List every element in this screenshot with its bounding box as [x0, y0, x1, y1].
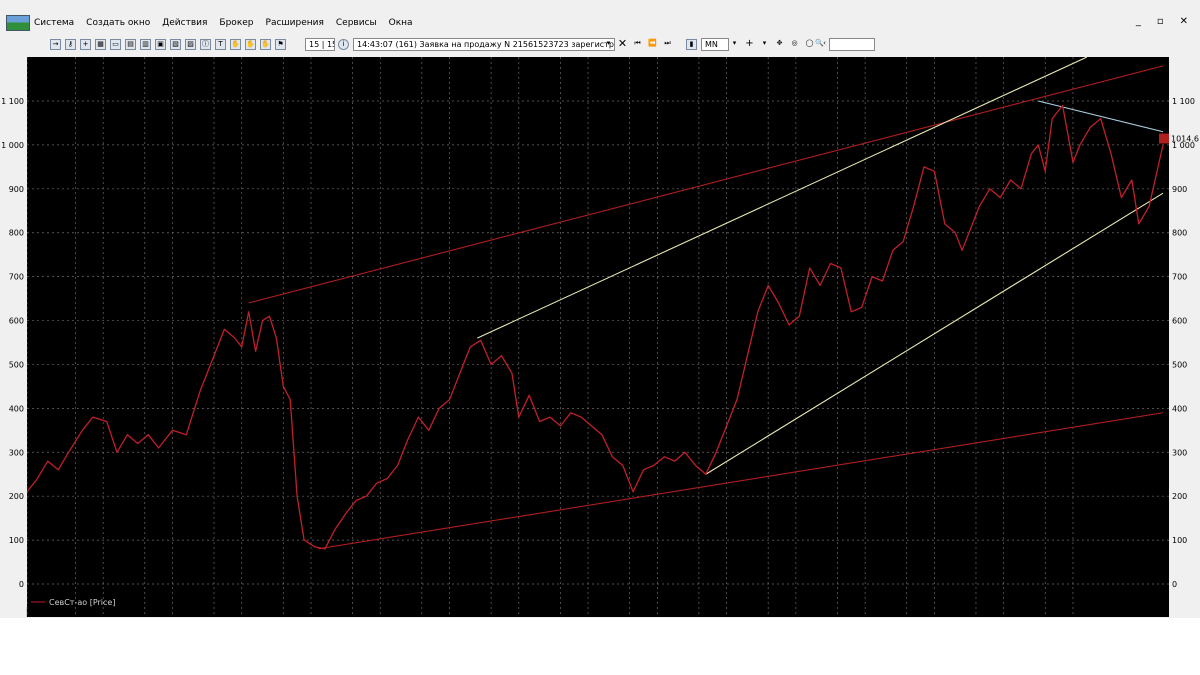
- y-tick-label-right-4: 400: [1172, 404, 1187, 413]
- y-tick-label-right-6: 600: [1172, 317, 1187, 326]
- chart-area[interactable]: СевСт-ао [Price]: [27, 57, 1169, 617]
- price-tag-group: [1159, 133, 1169, 144]
- y-tick-label-right-2: 200: [1172, 492, 1187, 501]
- trendline-1: [317, 412, 1164, 550]
- y-tick-label-left-11: 1 100: [1, 97, 24, 106]
- y-tick-label-left-8: 800: [9, 229, 24, 238]
- y-tick-label-right-5: 500: [1172, 360, 1187, 369]
- y-tick-label-left-4: 400: [9, 404, 24, 413]
- chart-plot[interactable]: СевСт-ао [Price]: [27, 57, 1169, 617]
- price-line-0: [27, 104, 1164, 550]
- y-tick-label-right-0: 0: [1172, 580, 1177, 589]
- trendline-0: [248, 65, 1164, 304]
- y-tick-label-left-1: 100: [9, 536, 24, 545]
- y-tick-label-right-7: 700: [1172, 273, 1187, 282]
- price-series: [27, 104, 1164, 550]
- y-tick-label-right-1: 100: [1172, 536, 1187, 545]
- trading-terminal-window: Система Создать окно Действия Брокер Рас…: [0, 0, 1200, 618]
- y-tick-label-left-0: 0: [19, 580, 24, 589]
- y-tick-label-right-3: 300: [1172, 448, 1187, 457]
- y-tick-label-left-7: 700: [9, 273, 24, 282]
- legend: СевСт-ао [Price]: [31, 598, 115, 607]
- legend-label: СевСт-ао [Price]: [49, 598, 115, 607]
- price-tag-label: 1014.6: [1171, 134, 1199, 143]
- y-tick-label-left-2: 200: [9, 492, 24, 501]
- y-tick-label-left-9: 900: [9, 185, 24, 194]
- y-tick-label-right-9: 900: [1172, 185, 1187, 194]
- y-tick-label-left-5: 500: [9, 360, 24, 369]
- trendline-4: [1038, 100, 1164, 133]
- y-tick-label-left-10: 1 000: [1, 141, 24, 150]
- y-axis-left: 0 100 200 300 400 500 600 700 800 900 1 000 1 100: [1, 97, 24, 589]
- y-tick-label-right-8: 800: [1172, 229, 1187, 238]
- y-tick-label-left-3: 300: [9, 448, 24, 457]
- trendlines[interactable]: [248, 57, 1164, 550]
- grid: [27, 57, 1169, 617]
- price-tag-marker: [1159, 133, 1169, 144]
- y-axis-right: 01002003004005006007008009001 0001 10010…: [1171, 97, 1199, 589]
- y-tick-label-right-11: 1 100: [1172, 97, 1195, 106]
- y-tick-label-left-6: 600: [9, 317, 24, 326]
